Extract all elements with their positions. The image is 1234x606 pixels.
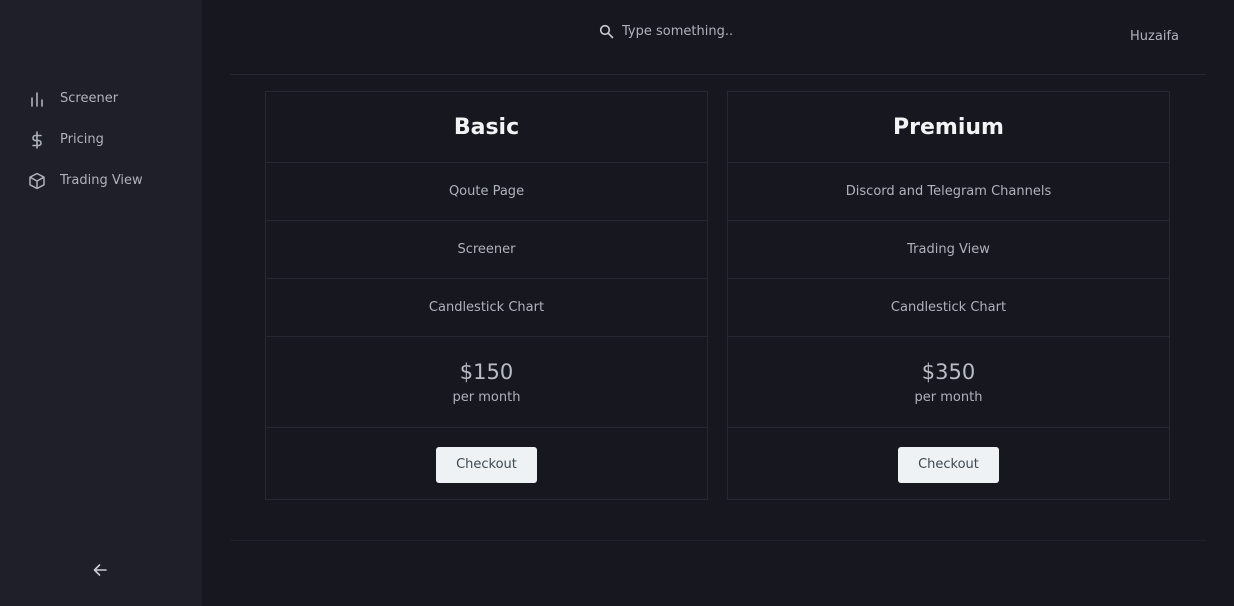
sidebar-item-screener[interactable]: Screener: [0, 78, 202, 119]
user-name[interactable]: Huzaifa: [1130, 29, 1179, 44]
cube-icon: [27, 171, 47, 191]
plan-title: Premium: [728, 92, 1169, 163]
plan-price-block: $350 per month: [728, 337, 1169, 428]
dollar-icon: [27, 130, 47, 150]
bar-chart-icon: [27, 89, 47, 109]
sidebar-item-pricing[interactable]: Pricing: [0, 119, 202, 160]
sidebar-item-trading-view[interactable]: Trading View: [0, 160, 202, 201]
sidebar-item-label: Trading View: [60, 173, 143, 188]
header-divider: [230, 74, 1206, 75]
plan-title: Basic: [266, 92, 707, 163]
plan-price: $350: [921, 360, 976, 384]
plan-price: $150: [459, 360, 514, 384]
search-input[interactable]: [622, 23, 772, 39]
plan-feature: Candlestick Chart: [266, 279, 707, 337]
plan-feature: Screener: [266, 221, 707, 279]
search-bar[interactable]: [596, 19, 772, 43]
plan-price-block: $150 per month: [266, 337, 707, 428]
pricing-card-basic: Basic Qoute Page Screener Candlestick Ch…: [265, 91, 708, 500]
search-icon: [596, 21, 616, 41]
sidebar-item-label: Screener: [60, 91, 119, 106]
plan-period: per month: [452, 390, 521, 405]
plan-feature: Qoute Page: [266, 163, 707, 221]
checkout-row: Checkout: [728, 428, 1169, 501]
collapse-sidebar-button[interactable]: [89, 561, 111, 583]
arrow-left-icon: [92, 562, 108, 582]
plan-feature: Trading View: [728, 221, 1169, 279]
app-root: Screener Pricing Trading View Type somet…: [0, 0, 1234, 606]
footer-divider: [230, 540, 1206, 541]
checkout-button-basic[interactable]: Checkout: [436, 446, 537, 483]
checkout-row: Checkout: [266, 428, 707, 501]
plan-feature: Discord and Telegram Channels: [728, 163, 1169, 221]
checkout-button-premium[interactable]: Checkout: [898, 446, 999, 483]
plan-period: per month: [914, 390, 983, 405]
sidebar-nav: Screener Pricing Trading View: [0, 78, 202, 201]
pricing-card-premium: Premium Discord and Telegram Channels Tr…: [727, 91, 1170, 500]
sidebar: Screener Pricing Trading View: [0, 0, 202, 606]
sidebar-item-label: Pricing: [60, 132, 104, 147]
plan-feature: Candlestick Chart: [728, 279, 1169, 337]
